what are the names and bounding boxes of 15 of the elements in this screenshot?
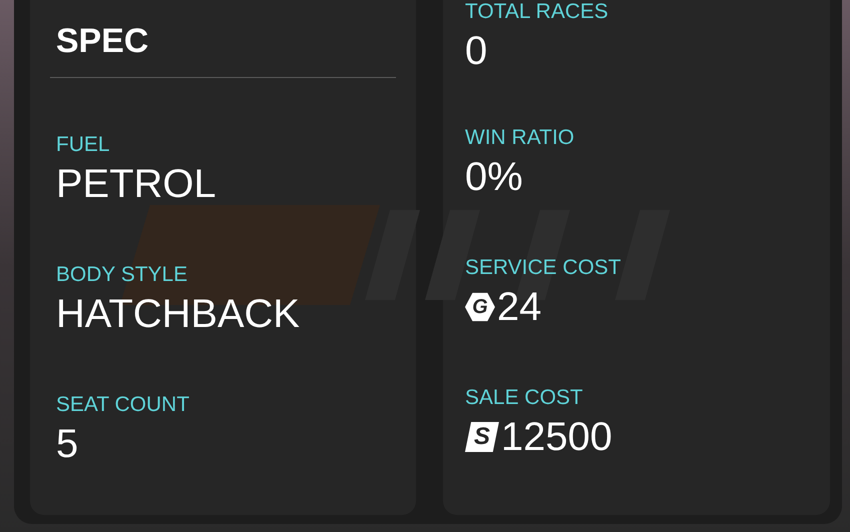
field-value: HATCHBACK (56, 291, 301, 338)
field-label: BODY STYLE (56, 263, 188, 287)
field-value: 5 (56, 421, 80, 468)
field-label: WIN RATIO (465, 126, 576, 150)
field-value: 12500 (501, 414, 612, 461)
field-label: SERVICE COST (465, 256, 622, 280)
field-value: 0% (465, 154, 523, 201)
panel-title: SPEC (56, 21, 149, 62)
field-value: 24 (497, 284, 542, 331)
field-label: SALE COST (465, 386, 584, 410)
field-value: 0 (465, 28, 488, 75)
field-label: FUEL (56, 133, 111, 157)
field-value: PETROL (56, 161, 218, 208)
field-label: SEAT COUNT (56, 393, 190, 417)
field-label: TOTAL RACES (465, 0, 610, 24)
